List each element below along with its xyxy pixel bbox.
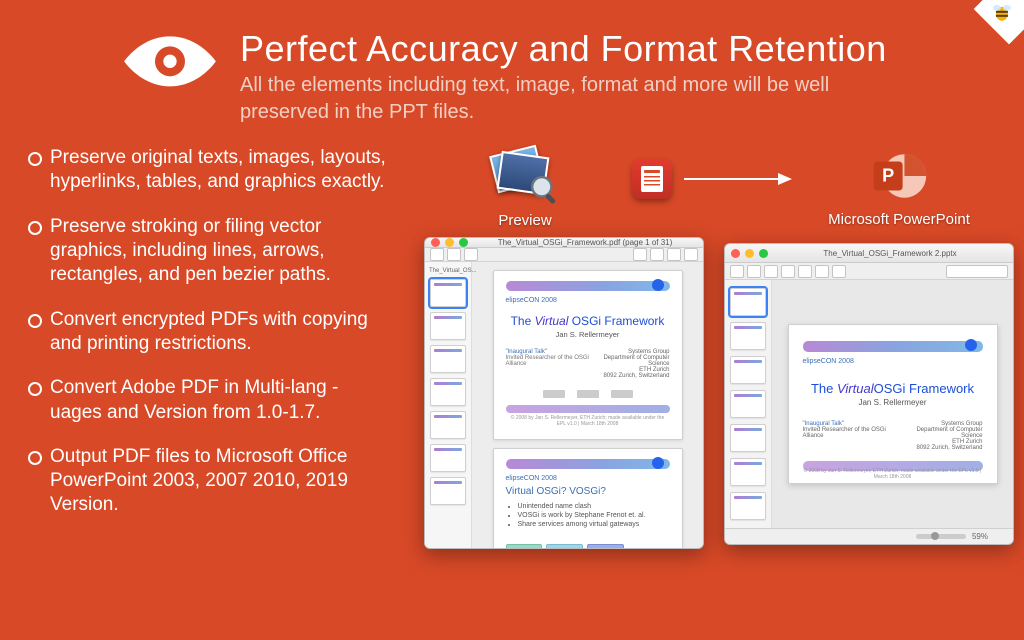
toolbar-button[interactable] — [447, 248, 461, 261]
slide-panel — [725, 280, 772, 528]
slide-footer: © 2008 by Jan S. Rellermeyer, ETH Zurich… — [506, 415, 670, 427]
feature-item: Preserve original texts, images, layouts… — [26, 146, 386, 195]
svg-text:P: P — [882, 165, 894, 185]
bee-icon — [990, 0, 1014, 24]
magnifier-icon — [529, 174, 561, 206]
toolbar-button[interactable] — [464, 248, 478, 261]
converter-app-icon — [632, 159, 672, 199]
toolbar-button[interactable] — [730, 265, 744, 278]
toolbar-button[interactable] — [684, 248, 698, 261]
slide-thumbnail[interactable] — [730, 458, 766, 486]
minimize-icon[interactable] — [445, 238, 454, 247]
slide-logos — [506, 387, 670, 401]
window-toolbar — [425, 248, 703, 262]
feature-item: Convert encrypted PDFs with copying and … — [26, 308, 386, 357]
slide-thumbnail[interactable] — [730, 356, 766, 384]
window-title: The_Virtual_OSGi_Framework.pdf (page 1 o… — [473, 238, 697, 247]
slide-author: Jan S. Rellermeyer — [506, 330, 670, 339]
window-titlebar: The_Virtual_OSGi_Framework 2.pptx — [725, 244, 1013, 263]
view-button[interactable] — [882, 532, 893, 542]
slide: elipseCON 2008 The VirtualOSGi Framework… — [788, 324, 998, 484]
toolbar-button[interactable] — [633, 248, 647, 261]
window-toolbar — [725, 263, 1013, 280]
slide-thumbnail[interactable] — [730, 390, 766, 418]
hero-subtitle: All the elements including text, image, … — [240, 72, 880, 126]
view-button[interactable] — [899, 532, 910, 542]
toolbar-button[interactable] — [832, 265, 846, 278]
fit-button[interactable] — [994, 532, 1005, 542]
showcase: Preview P Microsoft PowerPoint — [394, 146, 1020, 549]
source-app: Preview — [440, 146, 610, 229]
search-field[interactable] — [946, 265, 1008, 278]
toolbar-button[interactable] — [650, 248, 664, 261]
status-bar: 59% — [725, 528, 1013, 544]
document-viewport[interactable]: elipseCON 2008 The Virtual OSGi Framewor… — [472, 262, 703, 549]
hero-text: Perfect Accuracy and Format Retention Al… — [240, 28, 887, 126]
zoom-slider[interactable] — [916, 534, 966, 539]
feature-item: Output PDF files to Microsoft Office Pow… — [26, 445, 386, 518]
slide-title: The VirtualOSGi Framework — [803, 381, 983, 396]
slide-thumbnail[interactable] — [730, 492, 766, 520]
slide-thumbnail[interactable] — [730, 424, 766, 452]
window-title: The_Virtual_OSGi_Framework 2.pptx — [773, 249, 1007, 258]
slide-title: The Virtual OSGi Framework — [506, 314, 670, 328]
page-thumbnail[interactable] — [430, 411, 466, 439]
page-thumbnail[interactable] — [430, 444, 466, 472]
page-thumbnail[interactable] — [430, 312, 466, 340]
hero-header: Perfect Accuracy and Format Retention Al… — [0, 0, 1024, 126]
slide-diagram — [506, 536, 624, 549]
eye-icon — [120, 28, 220, 98]
zoom-icon[interactable] — [759, 249, 768, 258]
target-app: P Microsoft PowerPoint — [814, 147, 984, 228]
slide-thumbnail[interactable] — [730, 322, 766, 350]
close-icon[interactable] — [731, 249, 740, 258]
hero-title: Perfect Accuracy and Format Retention — [240, 28, 887, 70]
feature-list: Preserve original texts, images, layouts… — [26, 146, 394, 549]
slide-columns: "Inaugural Talk"Invited Researcher of th… — [506, 349, 670, 379]
window-titlebar: The_Virtual_OSGi_Framework.pdf (page 1 o… — [425, 238, 703, 248]
slide-thumbnail[interactable] — [730, 288, 766, 316]
page-thumbnail[interactable] — [430, 378, 466, 406]
arrow-right-icon — [682, 169, 792, 189]
pdf-page: elipseCON 2008 The Virtual OSGi Framewor… — [493, 270, 683, 440]
slide-canvas[interactable]: elipseCON 2008 The VirtualOSGi Framework… — [772, 280, 1013, 528]
toolbar-button[interactable] — [430, 248, 444, 261]
page-thumbnail[interactable] — [430, 279, 466, 307]
feature-item: Convert Adobe PDF in Multi-lang -uages a… — [26, 376, 386, 425]
slide-heading: Virtual OSGi? VOSGi? — [506, 486, 670, 497]
toolbar-button[interactable] — [781, 265, 795, 278]
zoom-value: 59% — [972, 532, 988, 541]
page-thumbnail[interactable] — [430, 345, 466, 373]
conversion-row: Preview P Microsoft PowerPoint — [424, 146, 1020, 229]
conversion-arrow — [632, 159, 792, 199]
powerpoint-icon: P — [870, 147, 928, 205]
sidebar-tab-label: The_Virtual_OS... — [429, 268, 477, 274]
window-comparison: The_Virtual_OSGi_Framework.pdf (page 1 o… — [424, 237, 1020, 549]
pdf-page: elipseCON 2008 Virtual OSGi? VOSGi? Unin… — [493, 448, 683, 549]
slide-bullets: Unintended name clash VOSGi is work by S… — [508, 503, 670, 528]
target-label: Microsoft PowerPoint — [828, 211, 970, 228]
preview-window: The_Virtual_OSGi_Framework.pdf (page 1 o… — [424, 237, 704, 549]
minimize-icon[interactable] — [745, 249, 754, 258]
toolbar-button[interactable] — [798, 265, 812, 278]
toolbar-button[interactable] — [815, 265, 829, 278]
view-button[interactable] — [865, 532, 876, 542]
mac-preview-icon — [489, 146, 561, 206]
page-thumbnail[interactable] — [430, 477, 466, 505]
slide-event: elipseCON 2008 — [506, 297, 670, 304]
source-label: Preview — [498, 212, 551, 229]
powerpoint-window: The_Virtual_OSGi_Framework 2.pptx — [724, 243, 1014, 545]
toolbar-button[interactable] — [747, 265, 761, 278]
feature-item: Preserve stroking or filing vector graph… — [26, 215, 386, 288]
thumbnail-sidebar: The_Virtual_OS... — [425, 262, 472, 549]
toolbar-button[interactable] — [667, 248, 681, 261]
zoom-icon[interactable] — [459, 238, 468, 247]
toolbar-button[interactable] — [764, 265, 778, 278]
close-icon[interactable] — [431, 238, 440, 247]
